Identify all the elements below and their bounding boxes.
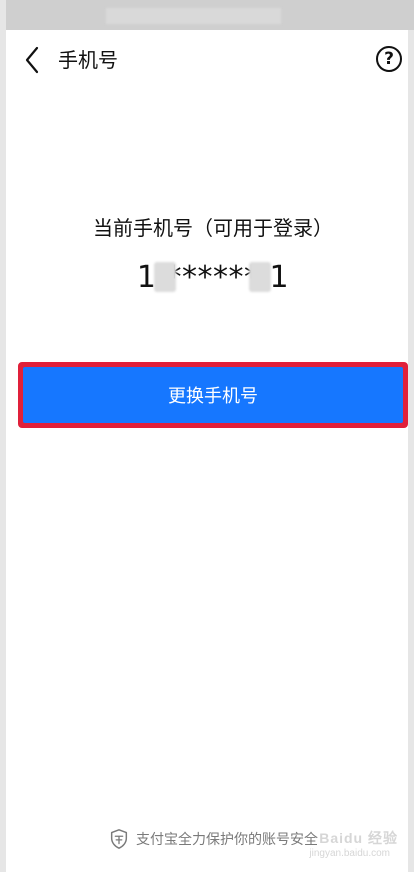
watermark-text: Baidu 经验 bbox=[319, 830, 398, 846]
chevron-left-icon[interactable] bbox=[20, 46, 44, 74]
security-text: 支付宝全力保护你的账号安全 bbox=[136, 832, 318, 848]
phone-number-row: 1 ****** 1 bbox=[6, 258, 414, 298]
question-circle-icon[interactable]: ? bbox=[376, 46, 402, 72]
phone-mask-blur-left bbox=[153, 262, 176, 292]
current-phone-label: 当前手机号（可用于登录） bbox=[93, 216, 333, 240]
change-phone-button[interactable]: 更换手机号 bbox=[23, 367, 403, 423]
watermark-url: jingyan.baidu.com bbox=[309, 848, 390, 859]
app-frame: 手机号 ? 当前手机号（可用于登录） 1 ****** 1 更换手机号 支付宝全… bbox=[0, 0, 414, 872]
phone-mask-blur-right bbox=[249, 262, 272, 292]
nav-bar: 手机号 ? bbox=[6, 30, 414, 90]
page-title: 手机号 bbox=[58, 48, 118, 72]
status-bar bbox=[6, 0, 414, 30]
phone-number: 1 ****** 1 bbox=[137, 258, 289, 298]
status-bar-blur bbox=[106, 8, 281, 24]
shield-icon bbox=[108, 828, 130, 850]
